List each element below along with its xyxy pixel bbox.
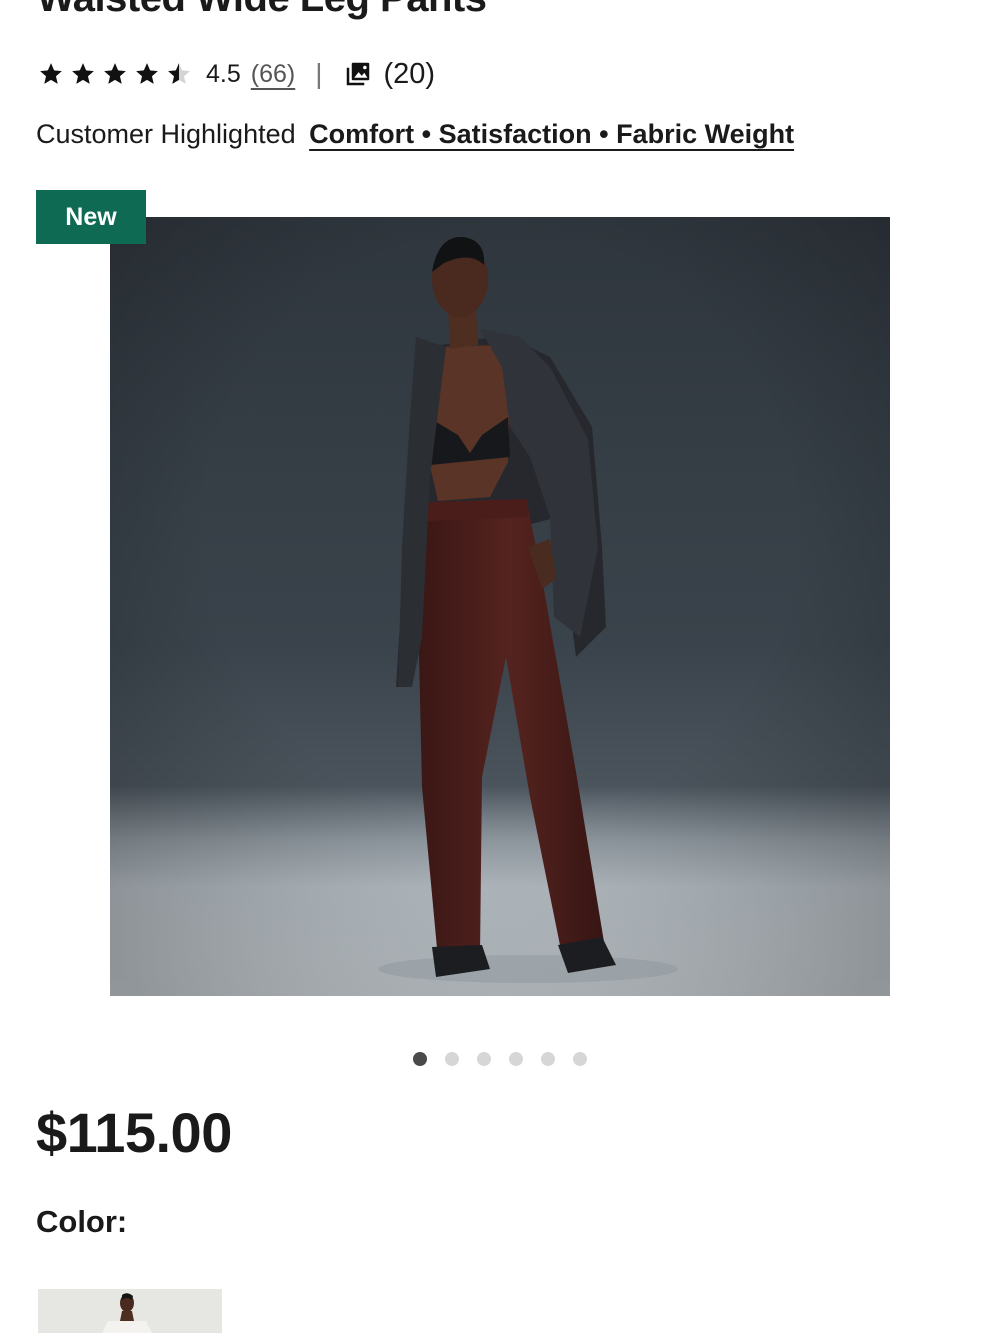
rating-row: 4.5 (66) | (20) — [38, 52, 435, 96]
carousel-dot[interactable] — [509, 1052, 523, 1066]
star-icon — [136, 63, 158, 84]
product-price: $115.00 — [36, 1101, 232, 1164]
star-icon — [72, 63, 94, 84]
star-icon — [104, 63, 126, 84]
divider: | — [315, 58, 323, 89]
star-icon — [40, 63, 62, 84]
product-title: Waisted Wide Leg Pants — [37, 0, 487, 18]
color-swatch[interactable] — [38, 1289, 222, 1333]
carousel-dot[interactable] — [413, 1052, 427, 1066]
customer-photos-link[interactable]: (20) — [343, 57, 436, 91]
customer-highlights: Customer Highlighted Comfort • Satisfact… — [36, 119, 794, 150]
carousel-dot[interactable] — [541, 1052, 555, 1066]
highlights-link[interactable]: Comfort • Satisfaction • Fabric Weight — [309, 119, 794, 149]
highlights-label: Customer Highlighted — [36, 119, 296, 149]
half-star-icon — [168, 63, 190, 84]
carousel-dot[interactable] — [477, 1052, 491, 1066]
product-image[interactable] — [110, 217, 890, 996]
rating-value: 4.5 — [206, 59, 241, 88]
carousel-pagination — [413, 1052, 587, 1066]
image-gallery-icon — [346, 62, 369, 86]
color-label: Color: — [36, 1204, 128, 1239]
photo-count: (20) — [383, 57, 436, 90]
carousel-dot[interactable] — [445, 1052, 459, 1066]
review-count-link[interactable]: (66) — [251, 60, 295, 89]
star-rating[interactable] — [38, 61, 192, 87]
new-badge: New — [36, 190, 146, 244]
carousel-dot[interactable] — [573, 1052, 587, 1066]
